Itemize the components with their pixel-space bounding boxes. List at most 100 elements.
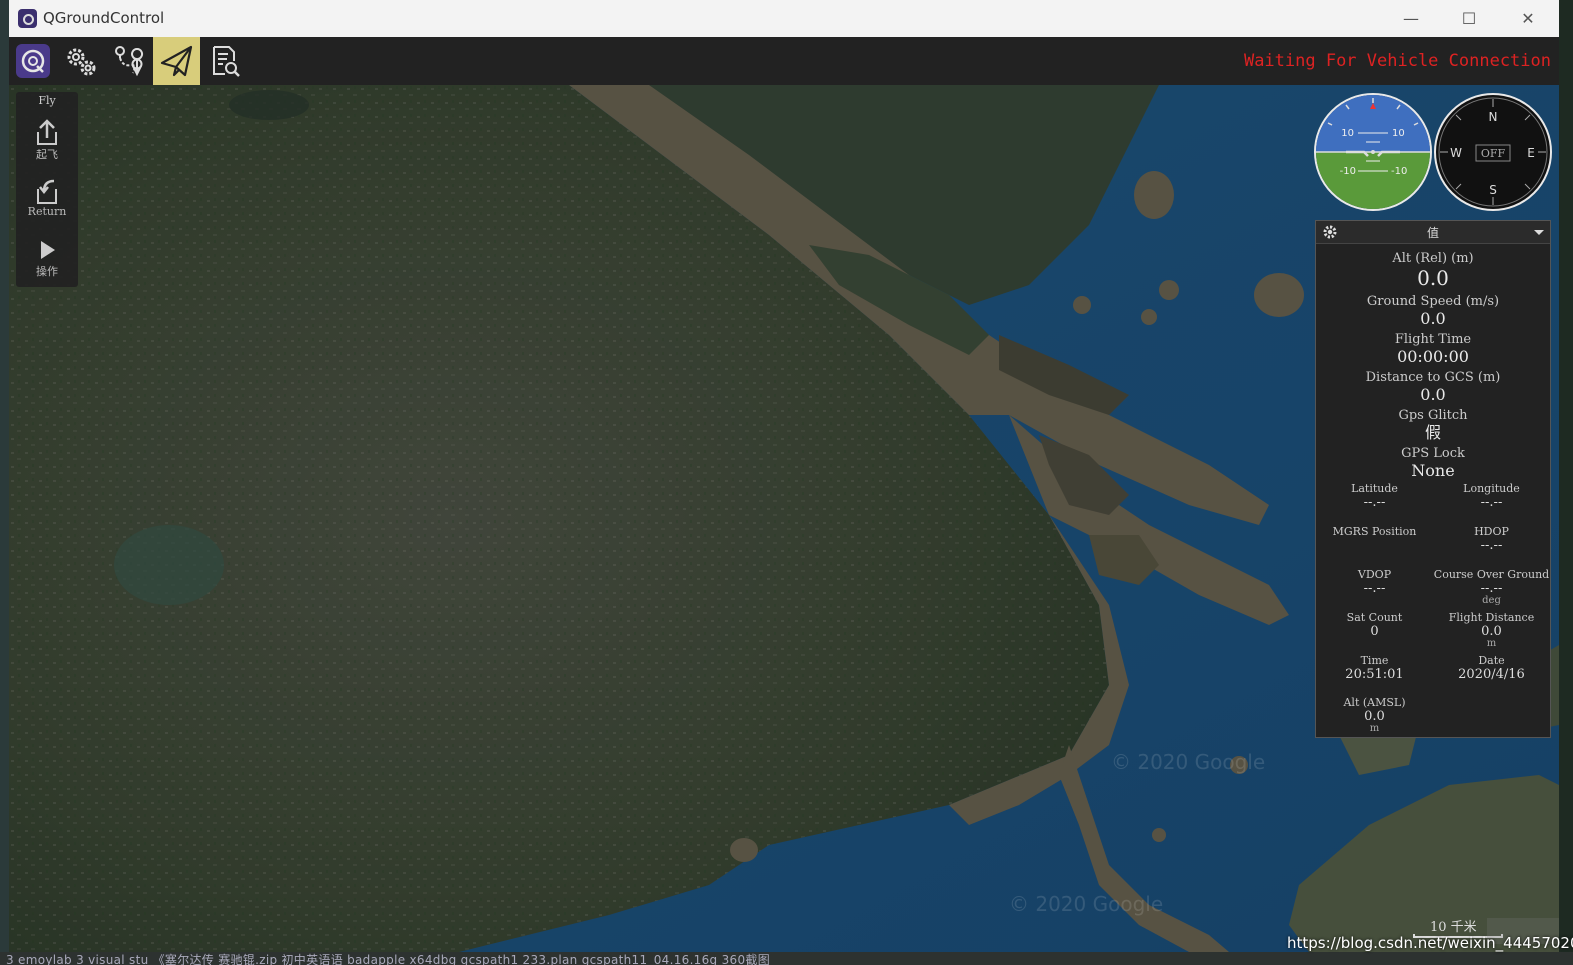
value-label: Course Over Ground [1433, 568, 1550, 581]
compass-east: E [1527, 146, 1535, 160]
qgc-window: QGroundControl — ☐ ✕ Waiting For Vehicle… [9, 0, 1559, 952]
window-title: QGroundControl [43, 9, 165, 27]
map-copyright: © 2020 Google [1111, 750, 1266, 774]
value-unit: m [1369, 723, 1380, 734]
value-label: Latitude [1351, 482, 1398, 495]
value-time: Time 20:51:01 [1316, 654, 1433, 683]
qgc-logo-button[interactable] [9, 37, 56, 85]
actions-button[interactable]: 操作 [16, 225, 78, 283]
value-number: None [1411, 461, 1455, 480]
value-label: HDOP [1474, 525, 1509, 538]
value-alt-amsl: Alt (AMSL) 0.0 m [1316, 697, 1433, 734]
instrument-panel: 10 10 -10 -10 N E S W OFF [1314, 93, 1552, 213]
compass-north: N [1489, 110, 1498, 124]
plan-button[interactable] [105, 37, 152, 85]
values-header[interactable]: 值 [1316, 221, 1550, 244]
value-number: 2020/4/16 [1458, 667, 1525, 682]
return-label: Return [27, 205, 67, 218]
title-bar[interactable]: QGroundControl — ☐ ✕ [9, 0, 1559, 37]
value-latitude: Latitude --.-- [1316, 482, 1433, 511]
value-label: Alt (AMSL) [1343, 696, 1406, 709]
plan-route-icon [114, 46, 143, 77]
return-icon [37, 179, 57, 204]
compass-west: W [1450, 146, 1462, 160]
value-number: --.-- [1480, 495, 1503, 510]
value-number: --.-- [1363, 495, 1386, 510]
value-flight-time: Flight Time 00:00:00 [1316, 332, 1550, 367]
value-alt-rel: Alt (Rel) (m) 0.0 [1316, 251, 1550, 290]
analyze-button[interactable] [201, 37, 248, 85]
compass-indicator: N E S W OFF [1434, 93, 1552, 211]
close-button[interactable]: ✕ [1499, 0, 1557, 37]
value-label: Longitude [1463, 482, 1520, 495]
value-gps-glitch: Gps Glitch 假 [1316, 408, 1550, 443]
value-label: Distance to GCS (m) [1365, 370, 1501, 385]
main-toolbar: Waiting For Vehicle Connection [9, 37, 1559, 85]
pitch-label: -10 [1340, 166, 1356, 177]
value-label: Time [1360, 654, 1389, 667]
takeoff-button[interactable]: 起飞 [16, 108, 78, 166]
value-number: --.-- [1480, 581, 1503, 596]
fly-button[interactable] [153, 37, 200, 85]
map-scale-label: 10 千米 [1430, 920, 1477, 935]
maximize-button[interactable]: ☐ [1440, 0, 1498, 37]
actions-label: 操作 [36, 265, 58, 278]
value-flight-distance: Flight Distance 0.0 m [1433, 612, 1550, 649]
value-hdop: HDOP --.-- [1433, 525, 1550, 554]
value-number: --.-- [1363, 581, 1386, 596]
value-number: 假 [1424, 423, 1441, 442]
value-number: 0.0 [1420, 385, 1446, 404]
desktop-background [0, 0, 9, 965]
value-number: 0 [1370, 624, 1379, 639]
fly-toolstrip: Fly 起飞 Return 操作 [16, 92, 78, 287]
value-sat-count: Sat Count 0 [1316, 611, 1433, 640]
value-gps-lock: GPS Lock None [1316, 446, 1550, 481]
map-copyright: © 2020 Google [1009, 892, 1164, 916]
takeoff-icon [37, 119, 57, 145]
value-number: 0.0 [1364, 709, 1385, 724]
value-course-over-ground: Course Over Ground --.-- deg [1433, 569, 1550, 606]
value-ground-speed: Ground Speed (m/s) 0.0 [1316, 294, 1550, 329]
value-label: Flight Time [1394, 332, 1472, 347]
heading-readout: OFF [1481, 147, 1506, 160]
value-label: Flight Distance [1448, 611, 1535, 624]
qgc-logo-icon [15, 44, 50, 78]
value-label: Sat Count [1346, 611, 1403, 624]
value-number: 00:00:00 [1397, 347, 1469, 366]
app-icon [18, 9, 37, 28]
pitch-label: 10 [1341, 128, 1354, 139]
taskbar-text: 3 emoylab 3 visual stu 《塞尔达传 赛驰锟.zip 初中英… [6, 953, 770, 965]
value-label: VDOP [1357, 568, 1392, 581]
desktop-taskbar: 3 emoylab 3 visual stu 《塞尔达传 赛驰锟.zip 初中英… [0, 952, 1573, 965]
attitude-indicator: 10 10 -10 -10 [1314, 93, 1432, 211]
value-label: Ground Speed (m/s) [1366, 294, 1500, 309]
value-distance-gcs: Distance to GCS (m) 0.0 [1316, 370, 1550, 405]
connection-status: Waiting For Vehicle Connection [1243, 51, 1551, 71]
analyze-document-icon [212, 46, 240, 77]
paper-plane-icon [160, 45, 192, 77]
value-date: Date 2020/4/16 [1433, 654, 1550, 683]
value-mgrs: MGRS Position [1316, 526, 1433, 538]
return-button[interactable]: Return [16, 167, 78, 225]
play-icon [41, 241, 55, 259]
value-label: MGRS Position [1332, 525, 1417, 538]
settings-button[interactable] [57, 37, 104, 85]
value-vdop: VDOP --.-- [1316, 568, 1433, 597]
value-longitude: Longitude --.-- [1433, 482, 1550, 511]
value-number: 0.0 [1481, 624, 1502, 639]
value-number: 0.0 [1417, 266, 1449, 290]
value-label: Alt (Rel) (m) [1392, 251, 1474, 266]
gears-icon [67, 48, 95, 76]
value-label: Gps Glitch [1398, 408, 1468, 423]
value-number: 0.0 [1420, 309, 1446, 328]
toolstrip-title: Fly [38, 94, 56, 107]
value-number: --.-- [1480, 538, 1503, 553]
value-label: Date [1478, 654, 1505, 667]
values-title: 值 [1426, 226, 1439, 240]
chevron-down-icon[interactable] [1534, 230, 1544, 235]
value-unit: deg [1482, 595, 1501, 606]
value-unit: m [1486, 638, 1497, 649]
takeoff-label: 起飞 [36, 148, 58, 161]
watermark-url: https://blog.csdn.net/weixin_44457020 [1287, 934, 1573, 952]
minimize-button[interactable]: — [1382, 0, 1440, 37]
